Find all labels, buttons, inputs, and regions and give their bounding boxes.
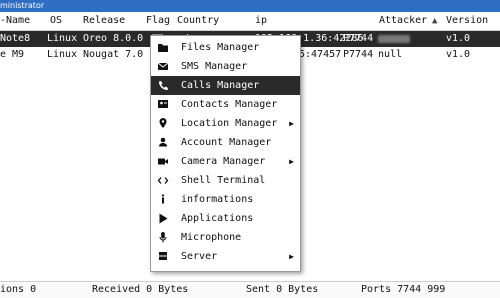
redacted-attacker bbox=[378, 35, 410, 43]
code-brackets-icon bbox=[157, 171, 171, 190]
column-header-country[interactable]: Country bbox=[177, 12, 219, 30]
menu-item-label: Applications bbox=[181, 213, 254, 224]
column-header-name[interactable]: -Name bbox=[0, 12, 30, 30]
menu-item-label: SMS Manager bbox=[181, 61, 248, 72]
microphone-icon bbox=[157, 228, 171, 247]
menu-item-account-manager[interactable]: Account Manager bbox=[151, 133, 300, 152]
submenu-arrow-icon: ▶ bbox=[289, 157, 294, 166]
user-icon bbox=[157, 133, 171, 152]
menu-item-label: Account Manager bbox=[181, 137, 272, 148]
submenu-arrow-icon: ▶ bbox=[289, 252, 294, 261]
column-header-version[interactable]: Version bbox=[446, 12, 488, 30]
cell-attacker: null bbox=[378, 49, 403, 60]
column-header-ip[interactable]: ip bbox=[255, 12, 267, 30]
column-header-attacker[interactable]: Attacker bbox=[379, 12, 427, 30]
menu-item-label: Server bbox=[181, 251, 218, 262]
cell-ip: 5:47457 bbox=[299, 49, 342, 60]
menu-item-camera-manager[interactable]: Camera Manager ▶ bbox=[151, 152, 300, 171]
cell-os: Linux bbox=[47, 49, 78, 60]
folder-icon bbox=[157, 38, 171, 57]
status-ports: Ports 7744 999 bbox=[361, 284, 446, 295]
sort-ascending-icon[interactable]: ▲ bbox=[432, 12, 437, 30]
status-received: Received 0 Bytes bbox=[92, 284, 189, 295]
column-header-os[interactable]: OS bbox=[50, 12, 62, 30]
menu-item-label: Calls Manager bbox=[181, 80, 260, 91]
cell-version: v1.0 bbox=[446, 49, 471, 60]
menu-item-server[interactable]: Server ▶ bbox=[151, 247, 300, 266]
play-store-icon bbox=[157, 209, 171, 228]
column-header-release[interactable]: Release bbox=[83, 12, 125, 30]
contact-card-icon bbox=[157, 95, 171, 114]
column-header-flag[interactable]: Flag bbox=[146, 12, 170, 30]
cell-release: Nougat 7.0 bbox=[83, 49, 144, 60]
menu-item-label: Camera Manager bbox=[181, 156, 266, 167]
menu-item-location-manager[interactable]: Location Manager ▶ bbox=[151, 114, 300, 133]
submenu-arrow-icon: ▶ bbox=[289, 119, 294, 128]
cell-release: Oreo 8.0.0 bbox=[83, 33, 144, 44]
info-icon bbox=[157, 190, 171, 209]
menu-item-informations[interactable]: informations bbox=[151, 190, 300, 209]
window-title: ministrator bbox=[0, 1, 45, 10]
status-sent: Sent 0 Bytes bbox=[246, 284, 319, 295]
menu-item-calls-manager[interactable]: Calls Manager bbox=[151, 76, 300, 95]
cell-os: Linux bbox=[47, 33, 78, 44]
menu-item-label: Microphone bbox=[181, 232, 242, 243]
status-connections: ions 0 bbox=[0, 284, 37, 295]
cell-name: Note8 bbox=[0, 33, 31, 44]
menu-item-files-manager[interactable]: Files Manager bbox=[151, 38, 300, 57]
cell-name: e M9 bbox=[0, 49, 25, 60]
menu-item-label: Shell Terminal bbox=[181, 175, 266, 186]
context-menu: Files Manager SMS Manager Calls Manager … bbox=[150, 35, 301, 272]
phone-icon bbox=[157, 76, 171, 95]
table-header: -Name OS Release Flag Country ip Attacke… bbox=[0, 12, 500, 31]
menu-item-contacts-manager[interactable]: Contacts Manager bbox=[151, 95, 300, 114]
menu-item-sms-manager[interactable]: SMS Manager bbox=[151, 57, 300, 76]
menu-item-label: Contacts Manager bbox=[181, 99, 278, 110]
server-icon bbox=[157, 247, 171, 266]
cell-port: P7744 bbox=[343, 33, 374, 44]
cell-port: P7744 bbox=[343, 49, 374, 60]
map-pin-icon bbox=[157, 114, 171, 133]
menu-item-microphone[interactable]: Microphone bbox=[151, 228, 300, 247]
cell-version: v1.0 bbox=[446, 33, 471, 44]
envelope-icon bbox=[157, 57, 171, 76]
menu-item-label: Files Manager bbox=[181, 42, 260, 53]
status-bar: ions 0 Received 0 Bytes Sent 0 Bytes Por… bbox=[0, 281, 500, 298]
menu-item-label: informations bbox=[181, 194, 254, 205]
menu-item-applications[interactable]: Applications bbox=[151, 209, 300, 228]
menu-item-shell-terminal[interactable]: Shell Terminal bbox=[151, 171, 300, 190]
menu-item-label: Location Manager bbox=[181, 118, 278, 129]
video-camera-icon bbox=[157, 152, 171, 171]
window-title-bar: ministrator bbox=[0, 0, 500, 12]
